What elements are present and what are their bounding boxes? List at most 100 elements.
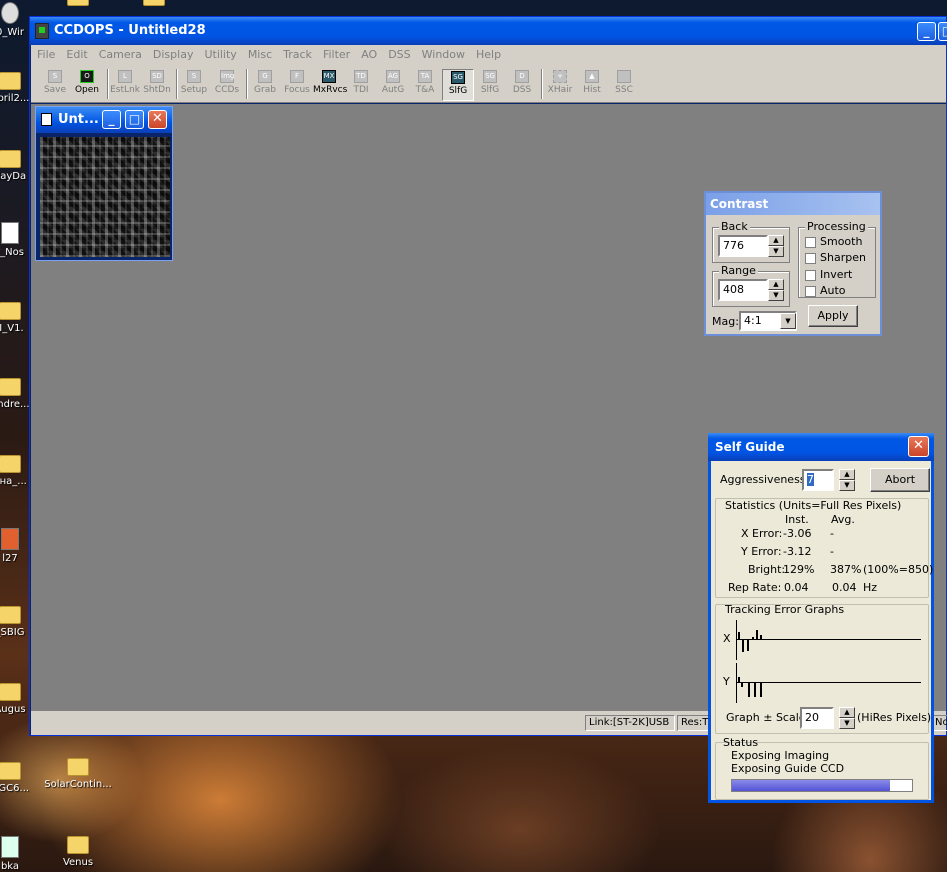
back-input[interactable]: 776 — [718, 235, 768, 257]
self-guide-dialog: Self Guide ✕ Aggressiveness: 7 ▲ ▼ Abort… — [708, 433, 934, 803]
toolbar-mxrvcs-button[interactable]: MX MxRvcs — [313, 69, 348, 101]
graph-scale-spin-down[interactable]: ▼ — [839, 718, 855, 729]
self-guide-2-icon: SG — [483, 70, 497, 83]
graph-x-label: X — [723, 632, 731, 645]
y-error-bar — [738, 677, 740, 683]
menu-misc[interactable]: Misc — [242, 45, 277, 61]
toolbar-save-button[interactable]: S Save — [39, 69, 71, 101]
minimize-button[interactable]: _ — [917, 22, 936, 41]
menu-track[interactable]: Track — [277, 45, 317, 61]
toolbar-label: Setup — [180, 85, 208, 95]
menu-bar: File Edit Camera Display Utility Misc Track Fil… — [31, 45, 946, 65]
menu-ao[interactable]: AO — [355, 45, 382, 61]
desktop-icon-label: l27 — [2, 553, 18, 564]
back-spin-up[interactable]: ▲ — [768, 235, 784, 246]
menu-help[interactable]: Help — [470, 45, 506, 61]
y-error-bar — [741, 683, 743, 687]
toolbar-grab-button[interactable]: G Grab — [249, 69, 281, 101]
mag-dropdown-icon[interactable]: ▼ — [780, 313, 796, 329]
y-error-avg: - — [830, 545, 834, 558]
toolbar-setup-button[interactable]: S Setup — [178, 69, 210, 101]
graph-scale-spin-up[interactable]: ▲ — [839, 707, 855, 718]
save-icon: S — [48, 70, 62, 83]
toolbar-open-button[interactable]: O Open — [71, 69, 103, 101]
toolbar-ccds-button[interactable]: Img CCDs — [211, 69, 243, 101]
toolbar-ta-button[interactable]: TA T&A — [409, 69, 441, 101]
abort-button[interactable]: Abort — [870, 468, 930, 492]
menu-dss[interactable]: DSS — [382, 45, 415, 61]
desktop-folder-partial[interactable] — [114, 0, 194, 9]
maximize-button[interactable]: □ — [938, 22, 947, 41]
toolbar-hist-button[interactable]: ▲ Hist — [576, 69, 608, 101]
contrast-palette: Contrast Back 776 ▲ ▼ Range 408 ▲ ▼ Proc… — [704, 191, 882, 336]
child-close-button[interactable]: ✕ — [148, 110, 167, 129]
menu-edit[interactable]: Edit — [60, 45, 92, 61]
toolbar-autg-button[interactable]: AG AutG — [377, 69, 409, 101]
self-guide-titlebar[interactable]: Self Guide ✕ — [708, 433, 934, 461]
auto-checkbox[interactable]: Auto — [805, 284, 846, 297]
graph-scale-input[interactable]: 20 — [800, 707, 834, 729]
establish-link-icon: L — [118, 70, 132, 83]
menu-display[interactable]: Display — [147, 45, 199, 61]
menu-camera[interactable]: Camera — [93, 45, 147, 61]
smooth-checkbox[interactable]: Smooth — [805, 235, 862, 248]
invert-checkbox[interactable]: Invert — [805, 268, 852, 281]
toolbar-label: XHair — [547, 85, 573, 95]
toolbar-label: Hist — [583, 85, 601, 95]
contrast-titlebar[interactable]: Contrast — [706, 193, 880, 215]
menu-filter[interactable]: Filter — [317, 45, 355, 61]
desktop-icon-label: dayDa — [0, 171, 27, 182]
toolbar-label: MxRvcs — [313, 85, 348, 95]
desktop-folder-partial[interactable] — [38, 0, 118, 9]
x-error-label: X Error: — [741, 527, 783, 540]
desktop-icon-label: Andre... — [0, 399, 30, 410]
menu-window[interactable]: Window — [416, 45, 470, 61]
toolbar-label: ShtDn — [143, 85, 171, 95]
sharpen-checkbox[interactable]: Sharpen — [805, 251, 866, 264]
toolbar-focus-button[interactable]: F Focus — [281, 69, 313, 101]
toolbar-label: SlfG — [448, 86, 468, 96]
child-titlebar[interactable]: Unt... _ □ ✕ — [36, 107, 172, 133]
toolbar-ssc-button[interactable]: SSC — [608, 69, 640, 101]
main-titlebar[interactable]: CCDOPS - Untitled28 _ □ — [30, 17, 947, 45]
tdi-icon: TD — [354, 70, 368, 83]
folder-icon — [0, 762, 21, 780]
toolbar-label: Grab — [254, 85, 276, 95]
x-error-graph — [736, 620, 921, 660]
aggressiveness-spin-up[interactable]: ▲ — [839, 469, 855, 480]
self-guide-icon: SG — [451, 71, 465, 84]
aggressiveness-input[interactable]: 7 — [802, 469, 834, 491]
y-graph-axis — [736, 663, 737, 703]
range-input[interactable]: 408 — [718, 279, 768, 301]
menu-utility[interactable]: Utility — [198, 45, 241, 61]
child-minimize-button[interactable]: _ — [102, 110, 121, 129]
toolbar-slfg-button[interactable]: SG SlfG — [442, 69, 474, 101]
toolbar-estlnk-button[interactable]: L EstLnk — [109, 69, 141, 101]
desktop-icon[interactable]: Venus — [38, 836, 118, 868]
toolbar-dss-button[interactable]: D DSS — [506, 69, 538, 101]
range-spin-down[interactable]: ▼ — [768, 290, 784, 301]
mag-value: 4:1 — [744, 314, 762, 327]
toolbar-label: DSS — [512, 85, 532, 95]
range-label: Range — [719, 264, 758, 277]
menu-file[interactable]: File — [31, 45, 60, 61]
self-guide-close-button[interactable]: ✕ — [908, 436, 929, 457]
toolbar-separator — [541, 69, 543, 99]
apply-button[interactable]: Apply — [808, 305, 858, 327]
graph-y-label: Y — [723, 675, 730, 688]
toolbar-slfg2-button[interactable]: SG SlfG — [474, 69, 506, 101]
desktop-icon-label: 0_Wir — [0, 27, 24, 38]
toolbar-label: SlfG — [480, 85, 500, 95]
ccd-image-canvas[interactable] — [40, 137, 170, 257]
child-maximize-button[interactable]: □ — [125, 110, 144, 129]
toolbar-xhair-button[interactable]: + XHair — [544, 69, 576, 101]
toolbar-shtdn-button[interactable]: SD ShtDn — [141, 69, 173, 101]
x-error-bar — [742, 640, 744, 652]
back-spin-down[interactable]: ▼ — [768, 246, 784, 257]
aggressiveness-spin-down[interactable]: ▼ — [839, 480, 855, 491]
sharpen-label: Sharpen — [820, 251, 866, 264]
desktop-icon[interactable]: SolarContin... — [38, 758, 118, 790]
range-spin-up[interactable]: ▲ — [768, 279, 784, 290]
toolbar-tdi-button[interactable]: TD TDI — [345, 69, 377, 101]
rep-rate-inst: 0.04 — [784, 581, 809, 594]
